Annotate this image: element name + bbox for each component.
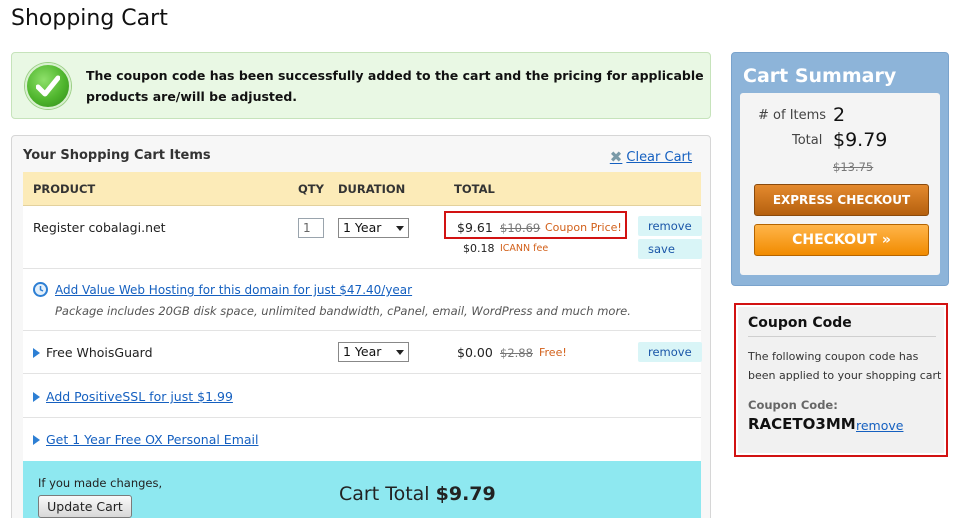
qty-input[interactable]: 1 [298,218,324,238]
total-label: Total [792,133,823,148]
product-name: Register cobalagi.net [33,220,166,235]
icann-fee-label: ICANN fee [500,243,549,254]
caret-down-icon [396,350,404,355]
item-old-price: $10.69 [500,221,541,235]
success-notice: The coupon code has been successfully ad… [11,52,711,119]
column-total: TOTAL [454,182,495,196]
table-row: Get 1 Year Free OX Personal Email [23,418,701,462]
add-ssl-link[interactable]: Add PositiveSSL for just $1.99 [46,389,233,404]
remove-button[interactable]: remove [638,342,702,362]
cart-items-table: PRODUCT QTY DURATION TOTAL Register coba… [23,172,702,462]
express-checkout-button[interactable]: EXPRESS CHECKOUT [754,184,929,216]
coupon-price-label: Coupon Price! [545,221,622,234]
summary-body: # of Items 2 Total $9.79 $13.75 EXPRESS … [740,93,940,275]
update-cart-button[interactable]: Update Cart [38,495,132,518]
product-label: Free WhoisGuard [46,345,153,360]
cart-footer: If you made changes, Update Cart Cart To… [23,461,701,518]
save-button[interactable]: save [638,239,702,259]
table-row: Register cobalagi.net 1 1 Year $9.61 $10… [23,206,702,269]
coupon-description: The following coupon code has been appli… [748,350,942,382]
total-value: $9.79 [833,129,888,151]
duration-value: 1 Year [343,220,382,235]
caret-down-icon [396,226,404,231]
item-price: $9.61 [457,220,493,235]
duration-select[interactable]: 1 Year [338,342,409,362]
coupon-body: Coupon Code The following coupon code ha… [738,307,944,453]
coupon-code-box: Coupon Code The following coupon code ha… [734,303,948,457]
duration-select[interactable]: 1 Year [338,218,409,238]
table-row: Add Value Web Hosting for this domain fo… [23,269,701,331]
coupon-code-label: Coupon Code: [748,398,838,412]
triangle-right-icon [33,392,40,402]
cart-summary: Cart Summary # of Items 2 Total $9.79 $1… [731,52,949,286]
update-note: If you made changes, [38,476,163,490]
checkout-button[interactable]: CHECKOUT » [754,224,929,256]
add-hosting-link[interactable]: Add Value Web Hosting for this domain fo… [55,283,412,297]
icann-fee: $0.18 [463,242,495,255]
free-email-link[interactable]: Get 1 Year Free OX Personal Email [46,432,258,447]
column-product: PRODUCT [33,182,96,196]
triangle-right-icon [33,435,40,445]
cart-total-value: $9.79 [435,483,496,505]
clock-icon [33,282,48,297]
item-old-price: $2.88 [500,346,533,360]
email-offer: Get 1 Year Free OX Personal Email [33,432,258,447]
x-icon: ✖ [609,148,623,166]
coupon-title: Coupon Code [748,315,852,331]
items-count-label: # of Items [758,108,827,123]
table-row: Add PositiveSSL for just $1.99 [23,374,701,418]
table-header: PRODUCT QTY DURATION TOTAL [23,172,701,206]
old-total: $13.75 [833,160,874,174]
cart-total-label: Cart Total [339,483,430,505]
cart-items-panel: Your Shopping Cart Items ✖ Clear Cart PR… [11,135,711,518]
column-qty: QTY [298,182,324,196]
coupon-remove-link[interactable]: remove [856,418,903,433]
notice-text: The coupon code has been successfully ad… [86,68,704,104]
coupon-divider [748,336,936,337]
table-row: Free WhoisGuard 1 Year $0.00 $2.88 Free!… [23,331,702,374]
cart-total: Cart Total $9.79 [339,483,496,505]
ssl-offer: Add PositiveSSL for just $1.99 [33,389,233,404]
checkmark-circle-icon [25,63,71,109]
remove-button[interactable]: remove [638,216,702,236]
clear-cart-link[interactable]: ✖ Clear Cart [610,148,692,166]
coupon-code-value: RACETO3MM [748,415,856,433]
column-duration: DURATION [338,182,406,196]
product-name: Free WhoisGuard [33,345,153,360]
triangle-right-icon [33,348,40,358]
free-label: Free! [539,346,567,359]
clear-cart-label: Clear Cart [626,149,692,165]
cart-panel-title: Your Shopping Cart Items [23,148,211,163]
summary-title: Cart Summary [743,65,897,87]
item-price: $0.00 [457,345,493,360]
duration-value: 1 Year [343,344,382,359]
hosting-description: Package includes 20GB disk space, unlimi… [55,304,631,318]
page-title: Shopping Cart [11,6,168,31]
items-count-value: 2 [833,104,846,126]
